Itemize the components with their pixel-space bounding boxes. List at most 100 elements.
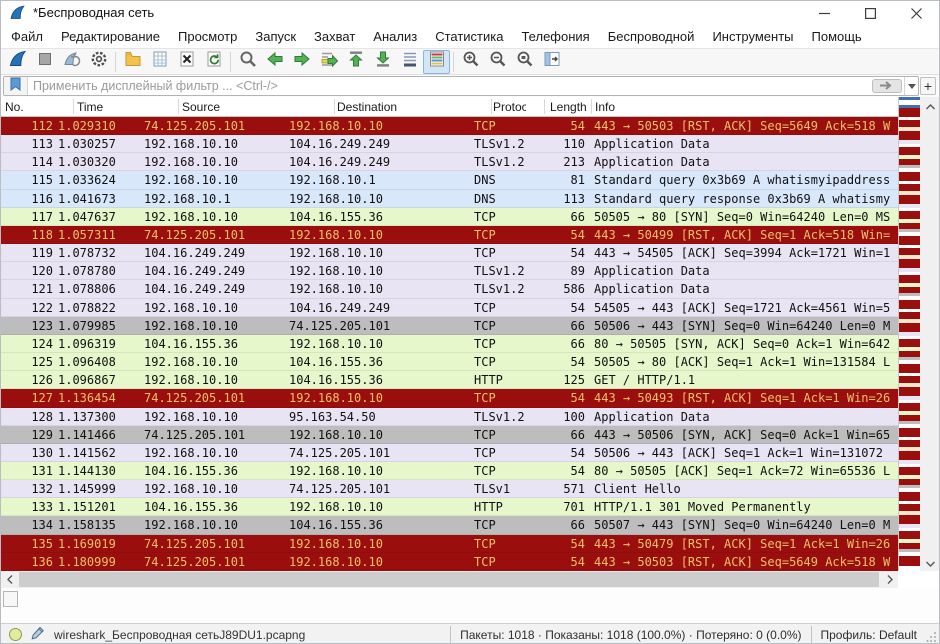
menu-telephony[interactable]: Телефония (512, 26, 598, 47)
column-header-dst[interactable]: Destination (286, 100, 471, 114)
menu-edit[interactable]: Редактирование (52, 26, 169, 47)
packet-protocol: TCP (471, 244, 526, 262)
resize-columns-button[interactable] (538, 50, 565, 74)
vertical-scrollbar[interactable] (920, 97, 940, 571)
pane-splitter-handle[interactable] (3, 591, 18, 607)
menu-help[interactable]: Помощь (803, 26, 871, 47)
scroll-right-button[interactable] (881, 571, 898, 588)
packet-minimap-scrollbar[interactable] (898, 97, 920, 571)
column-header-len[interactable]: Length (526, 100, 591, 114)
packet-row[interactable]: 131 1.144130 104.16.155.36 192.168.10.10… (1, 462, 898, 480)
column-header-time[interactable]: Time (56, 100, 141, 114)
column-separator[interactable] (591, 99, 592, 114)
packet-row[interactable]: 130 1.141562 192.168.10.10 74.125.205.10… (1, 444, 898, 462)
packet-statistics: Пакеты: 1018 · Показаны: 1018 (100.0%) ·… (450, 626, 810, 644)
capture-options-button[interactable] (85, 50, 112, 74)
packet-row[interactable]: 121 1.078806 104.16.249.249 192.168.10.1… (1, 280, 898, 298)
packet-row[interactable]: 127 1.136454 74.125.205.101 192.168.10.1… (1, 389, 898, 407)
packet-row[interactable]: 134 1.158135 192.168.10.10 104.16.155.36… (1, 516, 898, 534)
column-separator[interactable] (334, 99, 335, 114)
filter-history-dropdown[interactable] (904, 77, 918, 95)
packet-row[interactable]: 125 1.096408 192.168.10.10 104.16.155.36… (1, 353, 898, 371)
apply-arrow-icon (879, 77, 895, 95)
column-separator[interactable] (491, 99, 492, 114)
display-filter-input[interactable]: Применить дисплейный фильтр ... <Ctrl-/> (3, 76, 919, 96)
column-header-src[interactable]: Source (141, 100, 286, 114)
packet-row[interactable]: 132 1.145999 192.168.10.10 74.125.205.10… (1, 480, 898, 498)
minimap-stripe (899, 300, 920, 309)
colorize-button[interactable] (423, 50, 450, 74)
packet-row[interactable]: 118 1.057311 74.125.205.101 192.168.10.1… (1, 226, 898, 244)
packet-row[interactable]: 136 1.180999 74.125.205.101 192.168.10.1… (1, 553, 898, 571)
scroll-up-button[interactable] (920, 97, 940, 114)
packet-row[interactable]: 115 1.033624 192.168.10.10 192.168.10.1 … (1, 171, 898, 189)
close-button[interactable] (893, 1, 939, 25)
maximize-button[interactable] (847, 1, 893, 25)
menu-analyze[interactable]: Анализ (364, 26, 426, 47)
find-packet-button[interactable] (234, 50, 261, 74)
profile-selector[interactable]: Профиль: Default (811, 626, 927, 644)
packet-row[interactable]: 126 1.096867 192.168.10.10 104.16.155.36… (1, 371, 898, 389)
scroll-left-button[interactable] (1, 571, 18, 588)
expert-info-icon[interactable] (9, 628, 22, 641)
packet-row[interactable]: 128 1.137300 192.168.10.10 95.163.54.50 … (1, 408, 898, 426)
menu-tools[interactable]: Инструменты (703, 26, 802, 47)
stop-capture-button[interactable] (31, 50, 58, 74)
column-header-no[interactable]: No. (1, 100, 56, 114)
minimap-stripe (899, 131, 920, 140)
packet-row[interactable]: 120 1.078780 104.16.249.249 192.168.10.1… (1, 262, 898, 280)
packet-row[interactable]: 133 1.151201 104.16.155.36 192.168.10.10… (1, 498, 898, 516)
packet-destination: 104.16.155.36 (286, 353, 471, 371)
go-bottom-button[interactable] (369, 50, 396, 74)
go-top-button[interactable] (342, 50, 369, 74)
packet-row[interactable]: 119 1.078732 104.16.249.249 192.168.10.1… (1, 244, 898, 262)
column-separator[interactable] (73, 99, 74, 114)
add-filter-button[interactable]: + (920, 77, 936, 95)
filter-bookmark-button[interactable] (4, 77, 28, 95)
reload-file-button[interactable] (200, 50, 227, 74)
packet-row[interactable]: 124 1.096319 104.16.155.36 192.168.10.10… (1, 335, 898, 353)
menu-statistics[interactable]: Статистика (426, 26, 512, 47)
packet-row[interactable]: 116 1.041673 192.168.10.1 192.168.10.10 … (1, 190, 898, 208)
resize-grip[interactable] (926, 626, 938, 644)
go-forward-button[interactable] (288, 50, 315, 74)
column-separator[interactable] (178, 99, 179, 114)
menu-capture[interactable]: Захват (305, 26, 364, 47)
capture-comment-icon[interactable] (31, 626, 45, 643)
scroll-down-button[interactable] (920, 554, 940, 571)
close-file-button[interactable] (173, 50, 200, 74)
packet-row[interactable]: 113 1.030257 192.168.10.10 104.16.249.24… (1, 135, 898, 153)
packet-row[interactable]: 122 1.078822 192.168.10.10 104.16.249.24… (1, 299, 898, 317)
go-back-button[interactable] (261, 50, 288, 74)
column-header-info[interactable]: Info (591, 100, 898, 114)
minimap-stripe (899, 323, 920, 332)
packet-row[interactable]: 123 1.079985 192.168.10.10 74.125.205.10… (1, 317, 898, 335)
menu-go[interactable]: Запуск (246, 26, 305, 47)
minimap-stripe (899, 428, 920, 437)
auto-scroll-button[interactable] (396, 50, 423, 74)
menu-wireless[interactable]: Беспроводной (599, 26, 704, 47)
go-to-packet-button[interactable] (315, 50, 342, 74)
menu-view[interactable]: Просмотр (169, 26, 246, 47)
zoom-out-button[interactable] (484, 50, 511, 74)
horizontal-scrollbar-thumb[interactable] (19, 572, 879, 587)
packet-row[interactable]: 114 1.030320 192.168.10.10 104.16.249.24… (1, 153, 898, 171)
packet-row[interactable]: 129 1.141466 74.125.205.101 192.168.10.1… (1, 426, 898, 444)
packet-time: 1.096867 (56, 371, 141, 389)
packet-row[interactable]: 135 1.169019 74.125.205.101 192.168.10.1… (1, 535, 898, 553)
packet-protocol: TLSv1.2 (471, 262, 526, 280)
minimize-button[interactable] (801, 1, 847, 25)
save-file-button[interactable] (146, 50, 173, 74)
start-capture-button[interactable] (4, 50, 31, 74)
zoom-original-button[interactable] (511, 50, 538, 74)
packet-row[interactable]: 117 1.047637 192.168.10.10 104.16.155.36… (1, 208, 898, 226)
horizontal-scrollbar[interactable] (1, 571, 898, 588)
apply-filter-button[interactable] (872, 79, 902, 93)
open-file-button[interactable] (119, 50, 146, 74)
column-header-proto[interactable]: Protocol (471, 100, 526, 114)
zoom-in-button[interactable] (457, 50, 484, 74)
packet-row[interactable]: 112 1.029310 74.125.205.101 192.168.10.1… (1, 117, 898, 135)
menu-file[interactable]: Файл (2, 26, 52, 47)
restart-capture-button[interactable] (58, 50, 85, 74)
column-separator[interactable] (544, 99, 545, 114)
